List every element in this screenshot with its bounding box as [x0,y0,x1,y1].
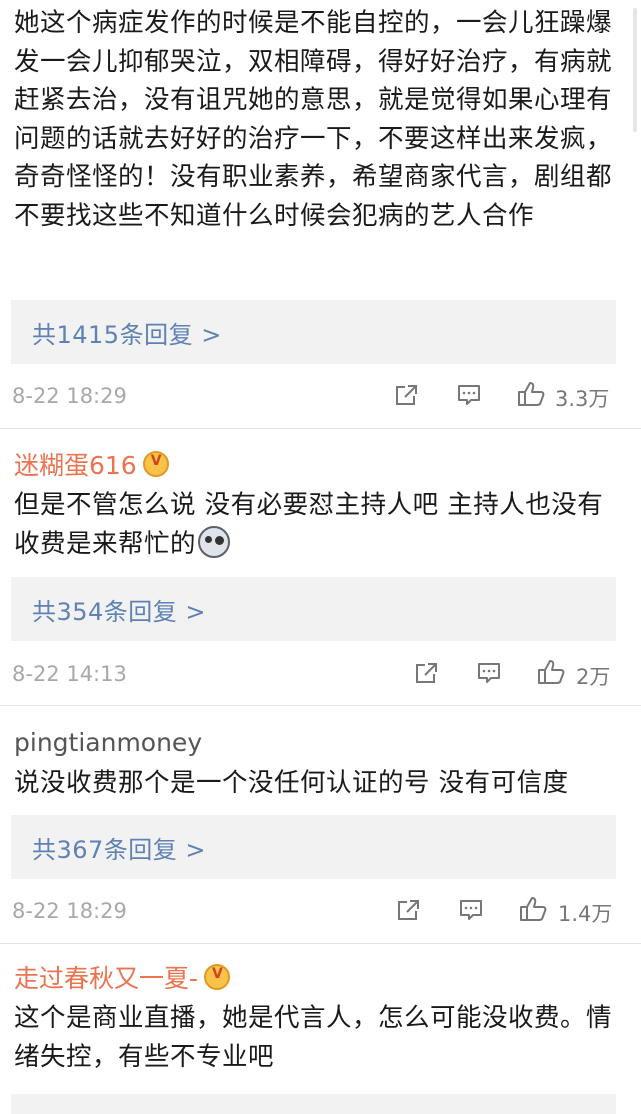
comment-time: 8-22 14:13 [12,662,127,686]
comment-icon[interactable] [459,899,483,921]
comment-item: 她这个病症发作的时候是不能自控的，一会儿狂躁爆发一会儿抑郁哭泣，双相障碍，得好好… [0,4,641,235]
divider [0,428,641,429]
comment-meta: 8-22 18:29 3.3万 [0,378,641,418]
thumbs-up-icon[interactable] [537,659,565,685]
username-row[interactable]: pingtianmoney [0,720,641,764]
comment-text: 她这个病症发作的时候是不能自控的，一会儿狂躁爆发一会儿抑郁哭泣，双相障碍，得好好… [14,8,613,231]
thumbs-up-icon[interactable] [517,381,545,407]
share-icon[interactable] [415,662,439,684]
crown-badge-icon [204,964,231,990]
username-row[interactable]: 走过春秋又一夏- [0,955,641,999]
thumbs-up-icon[interactable] [519,896,547,922]
comment-meta: 8-22 14:13 2万 [0,656,641,696]
comment-item: pingtianmoney 说没收费那个是一个没任何认证的号 没有可信度 [0,720,641,803]
view-replies-button[interactable]: 共367条回复 > [11,815,616,879]
comment-text: 这个是商业直播，她是代言人，怎么可能没收费。情绪失控，有些不专业吧 [14,1003,613,1072]
comment-text: 但是不管怎么说 没有必要怼主持人吧 主持人也没有收费是来帮忙的 [0,486,641,563]
comment-icon[interactable] [477,662,501,684]
view-replies-button[interactable]: 共1415条回复 > [11,300,616,364]
comment-text: 说没收费那个是一个没任何认证的号 没有可信度 [14,768,569,798]
crown-badge-icon [142,451,169,477]
username[interactable]: pingtianmoney [14,728,202,757]
comment-meta: 8-22 18:29 1.4万 [0,893,641,933]
view-replies-button[interactable] [11,1094,616,1114]
like-count: 3.3万 [555,387,610,411]
like-count: 1.4万 [558,902,613,926]
share-icon[interactable] [397,899,421,921]
divider [0,943,641,944]
comment-item: 迷糊蛋616 但是不管怎么说 没有必要怼主持人吧 主持人也没有收费是来帮忙的 [0,442,641,563]
share-icon[interactable] [395,384,419,406]
username[interactable]: 迷糊蛋616 [14,446,137,482]
emoji-face-icon [198,525,231,558]
username-row[interactable]: 迷糊蛋616 [0,442,641,486]
divider [0,705,641,706]
comment-item: 走过春秋又一夏- 这个是商业直播，她是代言人，怎么可能没收费。情绪失控，有些不专… [0,955,641,1076]
comment-text-content: 但是不管怎么说 没有必要怼主持人吧 主持人也没有收费是来帮忙的 [14,490,604,559]
comment-time: 8-22 18:29 [12,899,127,923]
view-replies-button[interactable]: 共354条回复 > [11,577,616,641]
comment-time: 8-22 18:29 [12,384,127,408]
username[interactable]: 走过春秋又一夏- [14,959,198,995]
comment-icon[interactable] [457,384,481,406]
like-count: 2万 [576,665,611,689]
